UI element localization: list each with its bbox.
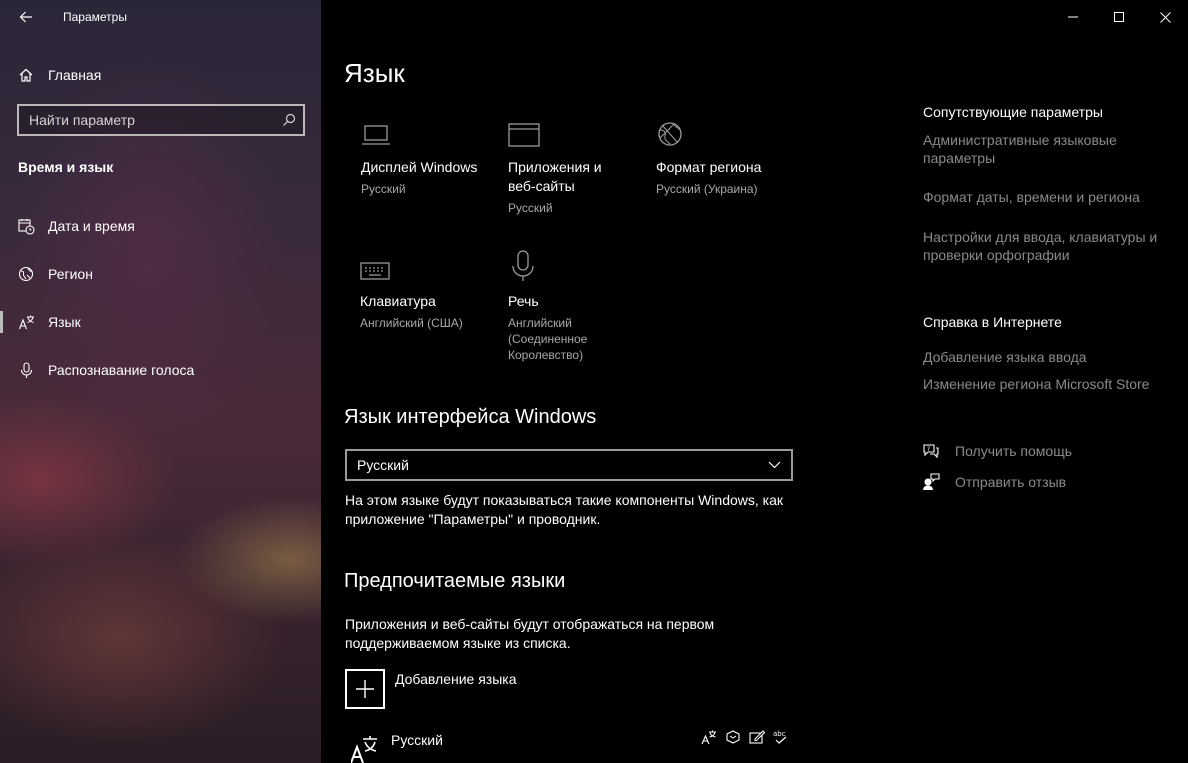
sidebar-item-language[interactable]: Язык (0, 302, 321, 342)
tile-value: Английский (США) (360, 316, 463, 330)
handwriting-icon (748, 728, 765, 745)
tile-name: Приложения и веб-сайты (508, 159, 602, 194)
add-language-label: Добавление языка (395, 671, 517, 687)
language-list-item[interactable]: Русский abc (345, 728, 789, 763)
sidebar-item-label: Дата и время (48, 218, 135, 234)
svg-text:?: ? (927, 446, 930, 453)
display-language-heading: Язык интерфейса Windows (344, 406, 597, 428)
tile-windows-display[interactable]: Дисплей Windows Русский (361, 118, 501, 197)
link-typing-keyboard-spelling[interactable]: Настройки для ввода, клавиатуры и провер… (923, 228, 1173, 264)
tile-value: Русский (Украина) (656, 182, 758, 196)
home-nav-item[interactable]: Главная (18, 64, 101, 86)
region-globe-icon (17, 265, 35, 283)
maximize-icon (1114, 12, 1124, 22)
link-admin-language-settings[interactable]: Административные языковые параметры (923, 131, 1173, 167)
sidebar-item-date-time[interactable]: Дата и время (0, 206, 321, 246)
tile-keyboard[interactable]: Клавиатура Английский (США) (360, 252, 500, 331)
arrow-left-icon (19, 11, 32, 23)
language-name: Русский (391, 732, 443, 748)
microphone-icon (17, 361, 35, 379)
add-language-button[interactable]: Добавление языка (345, 669, 517, 709)
display-language-dropdown[interactable]: Русский (345, 449, 793, 481)
spelling-icon: abc (772, 728, 789, 745)
send-feedback-label: Отправить отзыв (955, 474, 1067, 490)
tile-name: Клавиатура (360, 293, 436, 309)
home-label: Главная (48, 67, 102, 83)
sidebar-item-label: Регион (48, 266, 93, 282)
back-button[interactable] (14, 6, 38, 28)
display-language-description: На этом языке будут показываться такие к… (345, 492, 784, 527)
minimize-button[interactable] (1050, 0, 1096, 34)
search-icon (283, 113, 296, 126)
tile-value: Русский (508, 201, 553, 215)
get-help-label: Получить помощь (955, 443, 1073, 459)
get-help-link[interactable]: ? Получить помощь (921, 442, 1072, 460)
minimize-icon (1068, 16, 1078, 18)
display-language-icon (700, 728, 717, 745)
link-change-store-region[interactable]: Изменение региона Microsoft Store (923, 375, 1173, 393)
sidebar-item-label: Язык (48, 314, 81, 330)
calendar-clock-icon (17, 217, 35, 235)
window-controls (1050, 0, 1188, 34)
send-feedback-link[interactable]: Отправить отзыв (921, 473, 1066, 491)
region-format-icon (656, 118, 796, 148)
close-button[interactable] (1142, 0, 1188, 34)
tile-value: Английский (Соединенное Королевство) (508, 316, 588, 362)
preferred-languages-heading: Предпочитаемые языки (344, 570, 566, 592)
plus-icon (345, 669, 385, 709)
dropdown-value: Русский (357, 457, 409, 473)
tile-name: Дисплей Windows (361, 159, 478, 175)
app-title: Параметры (63, 10, 127, 24)
svg-text:abc: abc (773, 730, 786, 738)
search-button[interactable] (275, 113, 303, 127)
tile-name: Формат региона (656, 159, 762, 175)
search-input[interactable] (19, 106, 275, 134)
help-chat-icon: ? (921, 442, 941, 460)
page-title: Язык (344, 58, 405, 88)
monitor-icon (361, 118, 501, 148)
close-icon (1159, 11, 1171, 23)
search-box (17, 104, 305, 136)
tile-speech[interactable]: Речь Английский (Соединенное Королевство… (508, 250, 608, 363)
language-glyph-icon (350, 732, 381, 763)
tile-value: Русский (361, 182, 406, 196)
browser-window-icon (508, 118, 633, 148)
related-settings-title: Сопутствующие параметры (923, 104, 1103, 120)
home-icon (19, 68, 33, 82)
preferred-languages-description: Приложения и веб-сайты будут отображатьс… (345, 616, 715, 651)
microphone-icon (508, 250, 608, 282)
tile-region-format[interactable]: Формат региона Русский (Украина) (656, 118, 796, 197)
sidebar-item-label: Распознавание голоса (48, 362, 195, 378)
speech-icon (724, 728, 741, 745)
language-features: abc (700, 728, 789, 745)
main-content: Язык Дисплей Windows Русский Приложения … (321, 0, 1188, 763)
sidebar-item-region[interactable]: Регион (0, 254, 321, 294)
sidebar-item-speech[interactable]: Распознавание голоса (0, 350, 321, 390)
selection-indicator (0, 311, 3, 333)
link-date-time-region[interactable]: Формат даты, времени и региона (923, 188, 1173, 206)
maximize-button[interactable] (1096, 0, 1142, 34)
chevron-down-icon (757, 461, 791, 469)
section-title: Время и язык (18, 159, 114, 175)
tile-apps-websites[interactable]: Приложения и веб-сайты Русский (508, 118, 633, 216)
online-help-title: Справка в Интернете (923, 314, 1062, 330)
link-add-input-language[interactable]: Добавление языка ввода (923, 348, 1173, 366)
feedback-person-icon (921, 473, 941, 491)
sidebar: Параметры Главная Время и язык Дата и вр… (0, 0, 321, 763)
title-bar: Параметры (0, 0, 321, 34)
language-icon (17, 313, 35, 331)
tile-name: Речь (508, 293, 539, 309)
keyboard-icon (360, 252, 500, 282)
